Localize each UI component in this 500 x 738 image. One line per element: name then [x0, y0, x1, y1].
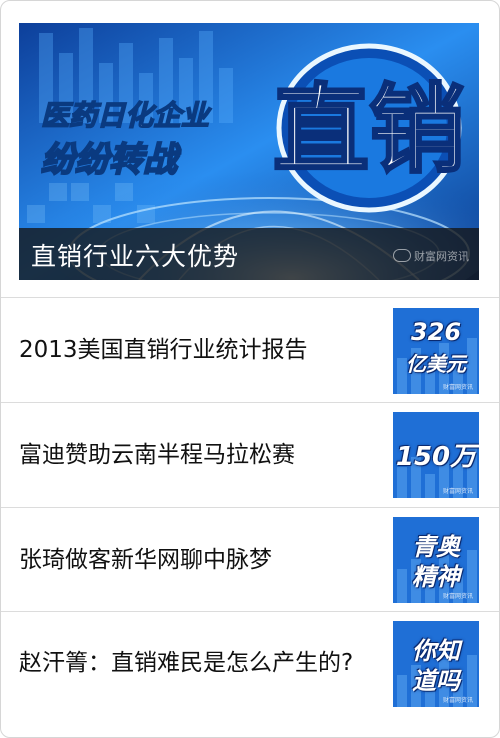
featured-article[interactable]: 直销 医药日化企业 纷纷转战 直销行业六大优势 财富网资讯 [19, 23, 479, 280]
thumb-watermark: 财富网资讯 [442, 384, 473, 391]
article-list-card: 直销 医药日化企业 纷纷转战 直销行业六大优势 财富网资讯 2013美国直销行业… [0, 0, 500, 738]
wechat-icon [393, 249, 411, 262]
hero-badge-text: 直销 [273, 74, 465, 186]
list-item[interactable]: 赵汗箐：直销难民是怎么产生的? 你知 道吗 财富网资讯 [1, 613, 499, 733]
hero-caption-bar: 直销行业六大优势 财富网资讯 [19, 228, 479, 280]
article-thumbnail: 326 亿美元 财富网资讯 [393, 308, 479, 394]
list-item[interactable]: 2013美国直销行业统计报告 326 亿美元 财富网资讯 [1, 299, 499, 402]
article-thumbnail: 你知 道吗 财富网资讯 [393, 621, 479, 707]
hero-image-line2: 纷纷转战 [41, 140, 181, 180]
divider [1, 402, 499, 403]
featured-article-title: 直销行业六大优势 [31, 242, 240, 271]
article-title: 2013美国直销行业统计报告 [19, 337, 308, 363]
hero-watermark-text: 财富网资讯 [414, 250, 469, 263]
article-title: 富迪赞助云南半程马拉松赛 [19, 442, 295, 468]
thumb-watermark: 财富网资讯 [442, 697, 473, 704]
article-title: 赵汗箐：直销难民是怎么产生的? [19, 649, 354, 676]
thumb-watermark: 财富网资讯 [442, 593, 473, 600]
thumb-line: 精神 [412, 563, 460, 591]
thumb-watermark: 财富网资讯 [442, 488, 473, 495]
thumb-line: 亿美元 [406, 352, 466, 376]
article-title: 张琦做客新华网聊中脉梦 [19, 547, 272, 573]
thumb-line: 道吗 [412, 667, 460, 695]
divider [1, 297, 499, 298]
list-item[interactable]: 张琦做客新华网聊中脉梦 青奥 精神 财富网资讯 [1, 509, 499, 612]
thumb-line: 326 [410, 318, 462, 346]
article-thumbnail: 青奥 精神 财富网资讯 [393, 517, 479, 603]
list-item[interactable]: 富迪赞助云南半程马拉松赛 150万 财富网资讯 [1, 404, 499, 507]
hero-image-line1: 医药日化企业 [41, 99, 212, 132]
hero-watermark: 财富网资讯 [393, 248, 469, 264]
divider [1, 507, 499, 508]
thumb-line: 150万 [395, 442, 477, 472]
article-thumbnail: 150万 财富网资讯 [393, 412, 479, 498]
